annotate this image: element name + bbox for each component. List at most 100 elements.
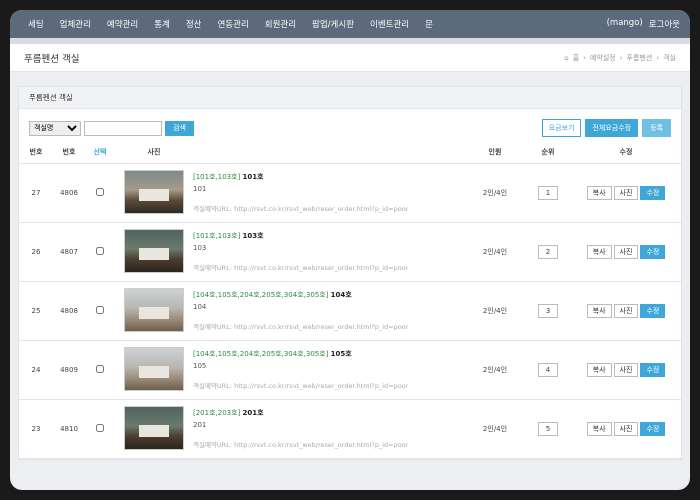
photo-button[interactable]: 사진 (613, 303, 639, 318)
room-thumbnail[interactable] (124, 346, 184, 391)
row-checkbox[interactable] (96, 305, 104, 314)
row-checkbox[interactable] (96, 246, 104, 255)
copy-button[interactable]: 복사 (586, 185, 612, 200)
room-title[interactable]: [104호,105호,204호,205호,304호,305호] 105호 (193, 349, 465, 359)
search-field-select[interactable]: 객실명 (29, 120, 81, 136)
row-people: 2인/4인 (465, 340, 525, 400)
row-rank: 3 (525, 281, 571, 341)
user-name: (mango) (606, 18, 643, 28)
row-info: [101호,103호] 101호 101 객실예약URL: http://rsv… (193, 163, 465, 223)
room-url: 객실예약URL: http://rsvt.co.kr/rsvt_web/rese… (193, 323, 408, 331)
table-row: 26 4807 [101호,103호] 103호 103 객실예약URL: ht… (19, 222, 681, 282)
copy-button[interactable]: 복사 (586, 421, 612, 436)
nav-item-members[interactable]: 회원관리 (257, 18, 304, 30)
search-input[interactable] (84, 120, 162, 136)
room-thumbnail[interactable] (124, 287, 184, 332)
row-action-group: 복사 사진 수정 (586, 185, 666, 200)
room-tag: [101호,103호] (193, 232, 241, 240)
nav-item-settlement[interactable]: 정산 (178, 18, 210, 30)
room-url: 객실예약URL: http://rsvt.co.kr/rsvt_web/rese… (193, 205, 408, 213)
table-row: 27 4806 [101호,103호] 101호 101 객실예약URL: ht… (19, 163, 681, 223)
row-actions: 복사 사진 수정 (571, 163, 681, 223)
row-code: 4807 (53, 222, 85, 282)
row-people: 2인/4인 (465, 399, 525, 459)
panel-title: 푸름펜션 객실 (19, 87, 681, 109)
register-button[interactable]: 등록 (642, 119, 671, 137)
nav-item-popup-board[interactable]: 팝업/게시판 (304, 18, 362, 30)
copy-button[interactable]: 복사 (586, 362, 612, 377)
room-thumbnail[interactable] (124, 228, 184, 273)
row-checkbox[interactable] (96, 187, 104, 196)
row-code: 4806 (53, 163, 85, 223)
copy-button[interactable]: 복사 (586, 244, 612, 259)
row-checkbox[interactable] (96, 423, 104, 432)
room-thumbnail[interactable] (124, 405, 184, 450)
edit-button[interactable]: 수정 (640, 244, 666, 259)
nav-item-reservations[interactable]: 예약관리 (99, 18, 146, 30)
nav-item-settings[interactable]: 세팅 (20, 18, 52, 30)
nav-item-integration[interactable]: 연동관리 (209, 18, 256, 30)
nav-item-stats[interactable]: 통계 (146, 18, 178, 30)
rank-input[interactable]: 3 (538, 303, 558, 318)
rooms-table: 번호 번호 선택 사진 인원 순위 수정 27 4806 [101호,103호]… (19, 141, 681, 459)
edit-button[interactable]: 수정 (640, 185, 666, 200)
room-url: 객실예약URL: http://rsvt.co.kr/rsvt_web/rese… (193, 264, 408, 272)
room-tag: [104호,105호,204호,205호,304호,305호] (193, 291, 329, 299)
home-icon[interactable]: ⌂ (564, 54, 568, 62)
row-info: [104호,105호,204호,205호,304호,305호] 105호 105… (193, 340, 465, 400)
row-info: [104호,105호,204호,205호,304호,305호] 104호 104… (193, 281, 465, 341)
row-rank: 2 (525, 222, 571, 282)
row-checkbox[interactable] (96, 364, 104, 373)
room-sub: 201 (193, 421, 207, 429)
rank-input[interactable]: 1 (538, 185, 558, 200)
row-photo (115, 163, 193, 223)
row-info: [101호,103호] 103호 103 객실예약URL: http://rsv… (193, 222, 465, 282)
rooms-panel: 푸름펜션 객실 객실명 검색 요금보기 전체요금수정 등록 번호 번호 선택 사… (18, 86, 682, 460)
nav-item-more[interactable]: 문 (417, 18, 441, 30)
nav-item-company[interactable]: 업체관리 (52, 18, 99, 30)
logout-link[interactable]: 로그아웃 (649, 18, 680, 30)
edit-button[interactable]: 수정 (640, 421, 666, 436)
breadcrumb-pension[interactable]: 푸름펜션 (627, 53, 653, 63)
row-rank: 4 (525, 340, 571, 400)
edit-button[interactable]: 수정 (640, 303, 666, 318)
room-sub: 103 (193, 244, 207, 252)
breadcrumb-reservation-settings[interactable]: 예약설정 (590, 53, 616, 63)
breadcrumb-home[interactable]: 홈 (573, 53, 579, 63)
row-photo (115, 399, 193, 459)
header-number: 번호 (19, 141, 53, 164)
view-prices-button[interactable]: 요금보기 (541, 119, 582, 137)
edit-button[interactable]: 수정 (640, 362, 666, 377)
nav-item-events[interactable]: 이벤트관리 (362, 18, 417, 30)
header-select[interactable]: 선택 (85, 141, 115, 164)
breadcrumb-separator-icon: › (583, 53, 586, 62)
room-title[interactable]: [104호,105호,204호,205호,304호,305호] 104호 (193, 290, 465, 300)
app-window: 세팅 업체관리 예약관리 통계 정산 연동관리 회원관리 팝업/게시판 이벤트관… (10, 10, 690, 490)
photo-button[interactable]: 사진 (613, 421, 639, 436)
photo-button[interactable]: 사진 (613, 185, 639, 200)
breadcrumb-separator-icon: › (619, 53, 623, 62)
row-number: 27 (19, 163, 53, 223)
photo-button[interactable]: 사진 (613, 244, 639, 259)
photo-button[interactable]: 사진 (613, 362, 639, 377)
row-select (85, 281, 115, 341)
row-photo (115, 340, 193, 400)
row-rank: 5 (525, 399, 571, 459)
table-row: 25 4808 [104호,105호,204호,205호,304호,305호] … (19, 281, 681, 341)
search-button[interactable]: 검색 (165, 120, 194, 136)
row-photo (115, 222, 193, 282)
room-title[interactable]: [201호,203호] 201호 (193, 408, 465, 418)
room-sub: 104 (193, 303, 207, 311)
rank-input[interactable]: 5 (538, 421, 558, 436)
copy-button[interactable]: 복사 (586, 303, 612, 318)
row-number: 23 (19, 399, 53, 459)
edit-all-prices-button[interactable]: 전체요금수정 (585, 119, 639, 137)
room-title[interactable]: [101호,103호] 101호 (193, 172, 465, 182)
rank-input[interactable]: 4 (538, 362, 558, 377)
room-title[interactable]: [101호,103호] 103호 (193, 231, 465, 241)
row-actions: 복사 사진 수정 (571, 281, 681, 341)
rank-input[interactable]: 2 (538, 244, 558, 259)
row-action-group: 복사 사진 수정 (586, 244, 666, 259)
room-thumbnail[interactable] (124, 169, 184, 214)
row-actions: 복사 사진 수정 (571, 222, 681, 282)
